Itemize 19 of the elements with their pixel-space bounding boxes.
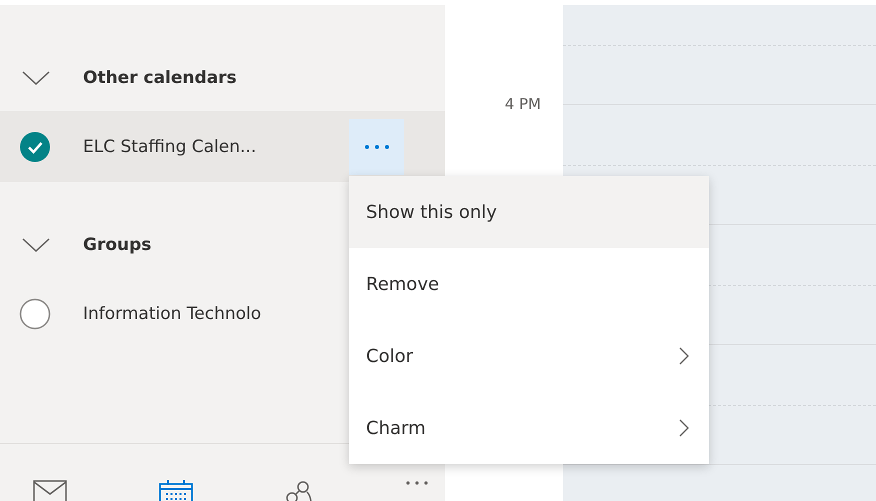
- chevron-down-icon[interactable]: [22, 71, 50, 85]
- menu-item[interactable]: Show this only: [349, 176, 709, 248]
- people-icon[interactable]: [285, 480, 313, 501]
- chevron-down-icon[interactable]: [22, 238, 50, 252]
- calendar-icon[interactable]: [159, 480, 193, 501]
- menu-item[interactable]: Charm: [349, 392, 709, 464]
- menu-item[interactable]: Remove: [349, 248, 709, 320]
- calendar-name: Information Technolo: [83, 304, 262, 324]
- section-title[interactable]: Other calendars: [83, 68, 237, 88]
- mail-icon[interactable]: [33, 480, 67, 501]
- calendar-name: ELC Staffing Calen...: [83, 136, 258, 156]
- calendar-item[interactable]: ELC Staffing Calen...: [0, 111, 445, 182]
- more-icon[interactable]: [405, 480, 429, 486]
- empty-circle-icon[interactable]: [19, 298, 51, 330]
- section-title[interactable]: Groups: [83, 235, 152, 255]
- time-label: 4 PM: [504, 95, 541, 115]
- more-icon: [364, 144, 390, 150]
- checked-circle-icon[interactable]: [19, 130, 51, 162]
- menu-item[interactable]: Color: [349, 320, 709, 392]
